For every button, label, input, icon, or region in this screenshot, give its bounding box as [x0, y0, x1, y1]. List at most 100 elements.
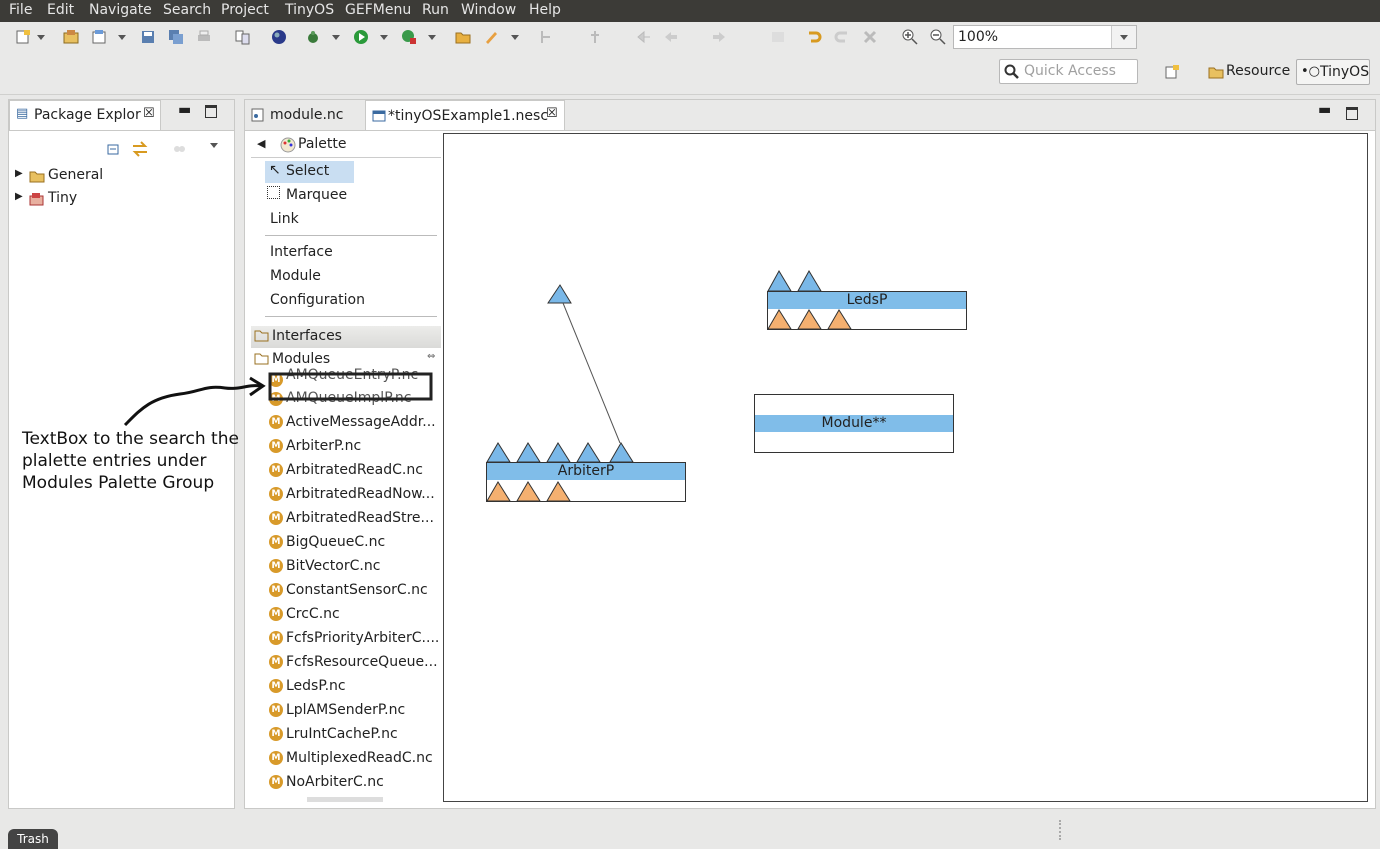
tab-module-nc[interactable]: module.nc	[245, 100, 363, 130]
new-dropdown-icon[interactable]	[37, 35, 45, 40]
run-dropdown-icon[interactable]	[380, 35, 388, 40]
palette-module-entry[interactable]: BigQueueC.nc	[286, 534, 441, 550]
open-folder-icon[interactable]	[455, 29, 471, 45]
link-with-editor-icon[interactable]	[131, 140, 149, 158]
menu-file[interactable]: File	[9, 2, 32, 18]
maximize-icon[interactable]	[205, 105, 217, 118]
debug-dropdown-icon[interactable]	[332, 35, 340, 40]
print-icon[interactable]	[196, 29, 212, 45]
diagram-node-module[interactable]: Module**	[754, 394, 954, 453]
tab-package-explorer[interactable]: ▤ Package Explor ☒	[9, 100, 161, 130]
menu-help[interactable]: Help	[529, 2, 561, 18]
palette-module-entry[interactable]: MultiplexedReadC.nc	[286, 750, 441, 766]
provide-triangle-icon[interactable]	[486, 442, 511, 463]
save-all-icon[interactable]	[168, 29, 184, 45]
palette-module-entry[interactable]: AMQueueEntryP.nc	[286, 367, 441, 383]
zoom-out-icon[interactable]	[930, 29, 946, 45]
palette-tool-marquee[interactable]: Marquee	[265, 185, 435, 207]
palette-module-entry[interactable]: ArbitratedReadStre...	[286, 510, 441, 526]
palette-header[interactable]: ◀ Palette	[251, 135, 441, 158]
palette-tool-link[interactable]: Link	[270, 209, 440, 231]
palette-tool-select[interactable]: ↖ Select	[265, 161, 354, 183]
new-icon[interactable]	[15, 29, 31, 45]
menu-run[interactable]: Run	[422, 2, 449, 18]
zoom-in-icon[interactable]	[902, 29, 918, 45]
menu-search[interactable]: Search	[163, 2, 211, 18]
close-icon[interactable]: ☒	[143, 106, 155, 121]
pencil-icon[interactable]	[483, 29, 499, 45]
trash-dock-item[interactable]: Trash	[8, 829, 58, 849]
zoom-dropdown-button[interactable]	[1111, 26, 1136, 48]
open-type-icon[interactable]	[235, 29, 251, 45]
palette-module-entry[interactable]: ConstantSensorC.nc	[286, 582, 441, 598]
run-icon[interactable]	[353, 29, 369, 45]
provide-triangle-icon[interactable]	[609, 442, 634, 463]
palette-module-entry[interactable]: ArbitratedReadC.nc	[286, 462, 441, 478]
tree-item-general[interactable]: ▶ General	[15, 166, 215, 188]
zoom-combo[interactable]: 100%	[953, 25, 1137, 49]
menu-project[interactable]: Project	[221, 2, 269, 18]
perspective-tinyos[interactable]: •○ TinyOS	[1296, 59, 1370, 85]
provide-triangle-icon[interactable]	[546, 442, 571, 463]
minimize-icon[interactable]: ▬	[1318, 102, 1331, 118]
menu-window[interactable]: Window	[461, 2, 516, 18]
tab-tinyosexample1[interactable]: *tinyOSExample1.nesc ☒	[365, 100, 565, 130]
perspective-resource[interactable]: Resource	[1205, 59, 1293, 85]
close-icon[interactable]: ☒	[546, 106, 558, 121]
palette-create-configuration[interactable]: Configuration	[270, 290, 440, 312]
interface-triangle-icon[interactable]	[547, 284, 572, 304]
use-triangle-icon[interactable]	[797, 309, 822, 330]
collapse-palette-icon[interactable]: ◀	[257, 137, 265, 150]
palette-module-entry[interactable]: AMQueueImplP.nc	[286, 390, 441, 406]
view-menu-icon[interactable]	[210, 143, 218, 148]
diagram-canvas[interactable]: LedsP Module** ArbiterP	[443, 133, 1368, 802]
palette-module-entry[interactable]: LruIntCacheP.nc	[286, 726, 441, 742]
pencil-dropdown-icon[interactable]	[511, 35, 519, 40]
provide-triangle-icon[interactable]	[576, 442, 601, 463]
palette-drawer-interfaces[interactable]: Interfaces	[251, 326, 441, 348]
undo-icon[interactable]	[806, 29, 822, 45]
menu-navigate[interactable]: Navigate	[89, 2, 152, 18]
palette-module-entry[interactable]: BitVectorC.nc	[286, 558, 441, 574]
debug-icon[interactable]	[305, 29, 321, 45]
expand-arrow-icon[interactable]: ▶	[15, 168, 23, 179]
palette-scrollbar[interactable]	[307, 797, 383, 802]
new-project-icon[interactable]	[63, 29, 79, 45]
minimize-icon[interactable]: ▬	[178, 102, 191, 118]
use-triangle-icon[interactable]	[767, 309, 792, 330]
palette-create-interface[interactable]: Interface	[270, 242, 440, 264]
provide-triangle-icon[interactable]	[767, 270, 792, 292]
palette-module-entry[interactable]: FcfsResourceQueue...	[286, 654, 441, 670]
maximize-icon[interactable]	[1346, 107, 1358, 120]
provide-triangle-icon[interactable]	[797, 270, 822, 292]
palette-module-entry[interactable]: CrcC.nc	[286, 606, 441, 622]
palette-module-entry[interactable]: NoArbiterC.nc	[286, 774, 441, 790]
palette-module-entry[interactable]: LedsP.nc	[286, 678, 441, 694]
external-tools-icon[interactable]	[401, 29, 417, 45]
palette-create-module[interactable]: Module	[270, 266, 440, 288]
save-icon[interactable]	[140, 29, 156, 45]
use-triangle-icon[interactable]	[516, 481, 541, 502]
palette-module-entry[interactable]: ArbitratedReadNow...	[286, 486, 441, 502]
collapse-all-icon[interactable]	[105, 141, 121, 157]
provide-triangle-icon[interactable]	[516, 442, 541, 463]
menu-tinyos[interactable]: TinyOS	[285, 2, 334, 18]
pin-icon[interactable]: ⇔	[427, 351, 435, 362]
palette-module-entry[interactable]: ActiveMessageAddr...	[286, 414, 441, 430]
menu-gefmenu[interactable]: GEFMenu	[345, 2, 411, 18]
new-file-dropdown-icon[interactable]	[118, 35, 126, 40]
use-triangle-icon[interactable]	[827, 309, 852, 330]
expand-arrow-icon[interactable]: ▶	[15, 191, 23, 202]
open-perspective-icon[interactable]	[1164, 64, 1180, 80]
palette-module-entry[interactable]: ArbiterP.nc	[286, 438, 441, 454]
new-file-icon[interactable]	[91, 29, 107, 45]
connection-line[interactable]	[562, 302, 621, 444]
external-tools-dropdown-icon[interactable]	[428, 35, 436, 40]
use-triangle-icon[interactable]	[546, 481, 571, 502]
quick-access-input[interactable]: Quick Access	[999, 59, 1138, 84]
tree-item-tiny[interactable]: ▶ Tiny	[15, 189, 215, 211]
globe-icon[interactable]	[271, 29, 287, 45]
use-triangle-icon[interactable]	[486, 481, 511, 502]
palette-module-entry[interactable]: FcfsPriorityArbiterC....	[286, 630, 441, 646]
menu-edit[interactable]: Edit	[47, 2, 74, 18]
